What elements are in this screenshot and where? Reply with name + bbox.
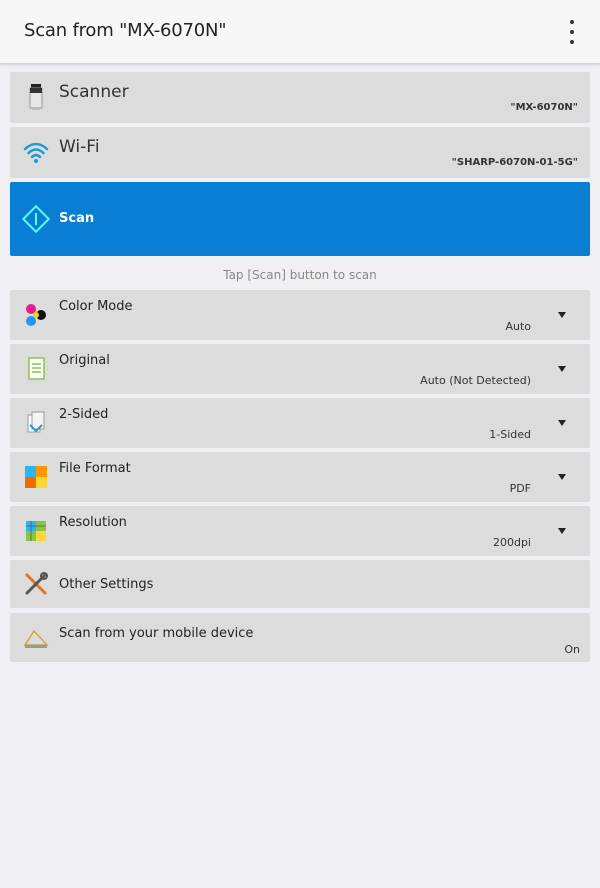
scan-hint: Tap [Scan] button to scan <box>223 268 377 282</box>
duplex-icon <box>27 411 45 433</box>
file-format-value: PDF <box>509 482 531 495</box>
chevron-down-icon <box>558 366 566 372</box>
two-sided-row[interactable]: 2-Sided 1-Sided <box>10 398 590 448</box>
scan-icon <box>22 205 50 233</box>
original-label: Original <box>59 353 110 368</box>
resolution-icon <box>26 521 46 541</box>
resolution-label: Resolution <box>59 515 127 530</box>
two-sided-value: 1-Sided <box>489 428 531 441</box>
scan-label: Scan <box>59 211 95 226</box>
scanner-label: Scanner <box>59 82 129 102</box>
color-mode-value: Auto <box>505 320 531 333</box>
other-settings-label: Other Settings <box>59 577 154 592</box>
scanner-value: "MX-6070N" <box>510 102 578 113</box>
resolution-value: 200dpi <box>492 536 531 549</box>
wifi-value: "SHARP-6070N-01-5G" <box>451 157 578 168</box>
wifi-row[interactable]: Wi-Fi "SHARP-6070N-01-5G" <box>10 127 590 178</box>
page-title: Scan from "MX-6070N" <box>24 20 227 41</box>
wifi-icon <box>23 142 49 163</box>
printer-icon <box>29 84 43 110</box>
mobile-scan-value: On <box>564 643 580 656</box>
resolution-row[interactable]: Resolution 200dpi <box>10 506 590 556</box>
file-format-icon <box>25 466 47 488</box>
two-sided-label: 2-Sided <box>59 407 109 422</box>
original-document-icon <box>28 357 45 380</box>
file-format-row[interactable]: File Format PDF <box>10 452 590 502</box>
more-options-icon[interactable] <box>566 20 578 44</box>
tools-icon <box>25 572 48 595</box>
mobile-scan-label: Scan from your mobile device <box>59 626 254 641</box>
color-mode-icon <box>26 304 46 326</box>
original-row[interactable]: Original Auto (Not Detected) <box>10 344 590 394</box>
app-bar: Scan from "MX-6070N" <box>0 0 600 64</box>
chevron-down-icon <box>558 528 566 534</box>
other-settings-row[interactable]: Other Settings <box>10 560 590 608</box>
chevron-down-icon <box>558 312 566 318</box>
scanner-row[interactable]: Scanner "MX-6070N" <box>10 72 590 123</box>
chevron-down-icon <box>558 474 566 480</box>
color-mode-label: Color Mode <box>59 299 133 314</box>
original-value: Auto (Not Detected) <box>420 374 531 387</box>
file-format-label: File Format <box>59 461 131 476</box>
mobile-scan-row[interactable]: Scan from your mobile device On <box>10 613 590 662</box>
chevron-down-icon <box>558 420 566 426</box>
scan-button[interactable]: Scan <box>10 182 590 256</box>
color-mode-row[interactable]: Color Mode Auto <box>10 290 590 340</box>
wifi-label: Wi-Fi <box>59 137 100 157</box>
mobile-scan-icon <box>23 629 49 648</box>
